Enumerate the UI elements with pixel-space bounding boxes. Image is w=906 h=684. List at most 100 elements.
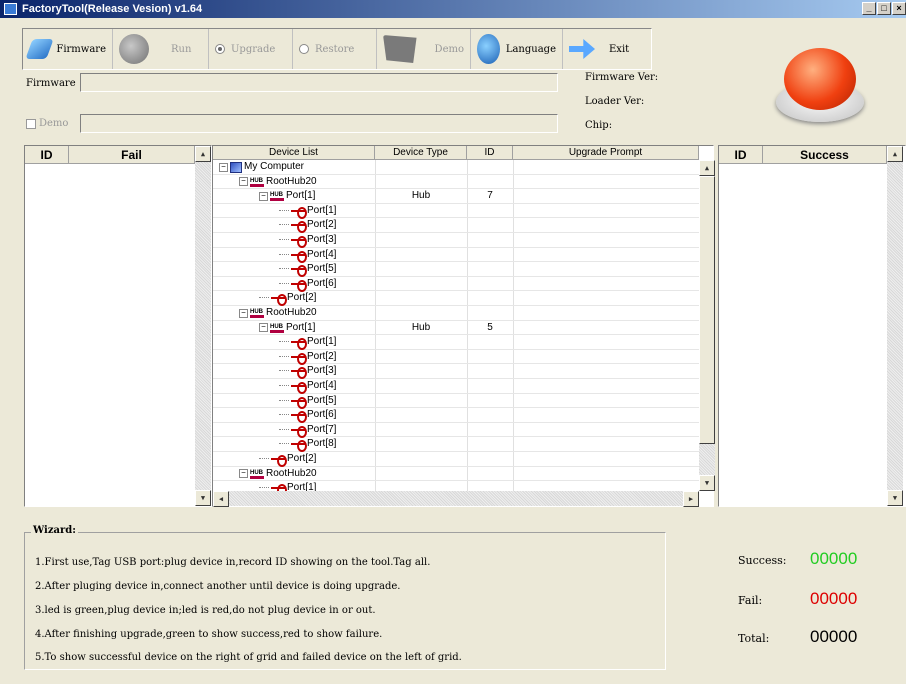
column-separator	[513, 233, 514, 247]
demo-checkbox[interactable]: Demo	[26, 118, 68, 129]
device-type-header[interactable]: Device Type	[375, 146, 467, 160]
device-row[interactable]: − Port[1] Hub 7	[213, 188, 699, 204]
fail-grid[interactable]: ID Fail ▲ ▼	[24, 145, 212, 507]
device-row[interactable]: Port[8]	[213, 437, 699, 453]
collapse-toggle-icon[interactable]: −	[239, 469, 248, 479]
success-grid[interactable]: ID Success ▲ ▼	[718, 145, 906, 507]
device-row[interactable]: Port[2]	[213, 218, 699, 234]
device-grid[interactable]: Device List Device Type ID Upgrade Promp…	[212, 145, 715, 507]
column-separator	[513, 189, 514, 203]
success-grid-success-header[interactable]: Success	[763, 146, 887, 164]
column-separator	[513, 174, 514, 189]
device-row[interactable]: − RootHub20	[213, 305, 699, 321]
device-id-cell: 5	[487, 321, 493, 333]
column-separator	[375, 320, 376, 335]
device-row[interactable]: Port[1]	[213, 335, 699, 351]
exit-button[interactable]: Exit	[563, 29, 651, 69]
device-name-cell: Port[1]	[279, 335, 336, 351]
column-separator	[513, 408, 514, 422]
collapse-toggle-icon[interactable]: −	[259, 323, 268, 333]
column-separator	[375, 422, 376, 437]
column-separator	[513, 276, 514, 291]
device-row[interactable]: − RootHub20	[213, 466, 699, 482]
scroll-thumb[interactable]	[699, 176, 715, 444]
firmware-path-field[interactable]	[80, 73, 558, 92]
minimize-button[interactable]: _	[862, 2, 876, 15]
usb-hub-icon	[250, 466, 264, 480]
maximize-button[interactable]: □	[877, 2, 891, 15]
device-grid-hscrollbar[interactable]: ◀ ▶	[213, 491, 699, 507]
device-name-cell: Port[2]	[279, 218, 336, 234]
device-row[interactable]: Port[6]	[213, 276, 699, 292]
device-name-cell: Port[2]	[259, 452, 316, 467]
success-grid-scrollbar[interactable]: ▲ ▼	[887, 146, 903, 506]
device-row[interactable]: Port[3]	[213, 364, 699, 380]
device-name: Port[2]	[307, 350, 337, 362]
app-icon	[4, 3, 17, 15]
device-name-cell: − RootHub20	[239, 466, 317, 481]
device-name-cell: Port[8]	[279, 437, 336, 453]
usb-port-icon	[291, 396, 307, 409]
device-row[interactable]: Port[5]	[213, 393, 699, 409]
device-row[interactable]: Port[4]	[213, 247, 699, 263]
device-id-header[interactable]: ID	[467, 146, 513, 160]
column-separator	[467, 335, 468, 349]
column-separator	[375, 174, 376, 189]
scroll-right-icon[interactable]: ▶	[683, 491, 699, 507]
device-name-cell: − My Computer	[219, 160, 304, 174]
collapse-toggle-icon[interactable]: −	[239, 308, 248, 318]
usb-port-icon	[291, 250, 307, 263]
fail-count-label: Fail:	[738, 594, 763, 607]
column-separator	[375, 247, 376, 262]
restore-radio[interactable]: Restore	[293, 29, 377, 69]
device-list-header[interactable]: Device List	[213, 146, 375, 160]
demo-path-field[interactable]	[80, 114, 558, 133]
device-row[interactable]: Port[2]	[213, 349, 699, 365]
device-row[interactable]: Port[1]	[213, 203, 699, 219]
fail-grid-fail-header[interactable]: Fail	[69, 146, 195, 164]
collapse-toggle-icon[interactable]: −	[239, 177, 248, 187]
column-separator	[375, 452, 376, 466]
collapse-toggle-icon[interactable]: −	[219, 162, 228, 172]
success-grid-id-header[interactable]: ID	[719, 146, 763, 164]
device-row[interactable]: Port[4]	[213, 379, 699, 394]
device-row[interactable]: Port[2]	[213, 291, 699, 307]
toolbar: Firmware Run Upgrade Restore Demo Langua…	[22, 28, 652, 70]
upgrade-prompt-header[interactable]: Upgrade Prompt	[513, 146, 699, 160]
scroll-up-icon[interactable]: ▲	[195, 146, 211, 162]
scroll-down-icon[interactable]: ▼	[195, 490, 211, 506]
device-row[interactable]: Port[1]	[213, 481, 699, 491]
device-type-cell: Hub	[411, 190, 431, 202]
device-row[interactable]: Port[3]	[213, 233, 699, 248]
run-button-label: Run	[171, 43, 192, 55]
scroll-up-icon[interactable]: ▲	[887, 146, 903, 162]
firmware-button[interactable]: Firmware	[23, 29, 113, 69]
scroll-down-icon[interactable]: ▼	[887, 490, 903, 506]
device-row[interactable]: − RootHub20	[213, 174, 699, 190]
scroll-left-icon[interactable]: ◀	[213, 491, 229, 507]
device-grid-vscrollbar[interactable]: ▲ ▼	[699, 160, 715, 491]
fail-grid-scrollbar[interactable]: ▲ ▼	[195, 146, 211, 506]
device-row[interactable]: − My Computer	[213, 160, 699, 175]
column-separator	[375, 437, 376, 451]
demo-button[interactable]: Demo	[377, 29, 471, 69]
scroll-down-icon[interactable]: ▼	[699, 475, 715, 491]
close-button[interactable]: ×	[892, 2, 906, 15]
device-row[interactable]: Port[5]	[213, 262, 699, 278]
column-separator	[467, 276, 468, 291]
device-row[interactable]: Port[2]	[213, 452, 699, 467]
run-button[interactable]: Run	[113, 29, 209, 69]
upgrade-radio[interactable]: Upgrade	[209, 29, 293, 69]
scroll-up-icon[interactable]: ▲	[699, 160, 715, 176]
device-row[interactable]: Port[7]	[213, 422, 699, 438]
collapse-toggle-icon[interactable]: −	[259, 191, 268, 201]
tree-connector	[279, 437, 289, 445]
language-button[interactable]: Language	[471, 29, 563, 69]
fail-grid-id-header[interactable]: ID	[25, 146, 69, 164]
language-button-label: Language	[505, 43, 556, 55]
device-row[interactable]: Port[6]	[213, 408, 699, 424]
column-separator	[375, 160, 376, 174]
success-count-value: 00000	[810, 549, 858, 568]
device-row[interactable]: − Port[1] Hub 5	[213, 320, 699, 336]
column-separator	[467, 452, 468, 466]
